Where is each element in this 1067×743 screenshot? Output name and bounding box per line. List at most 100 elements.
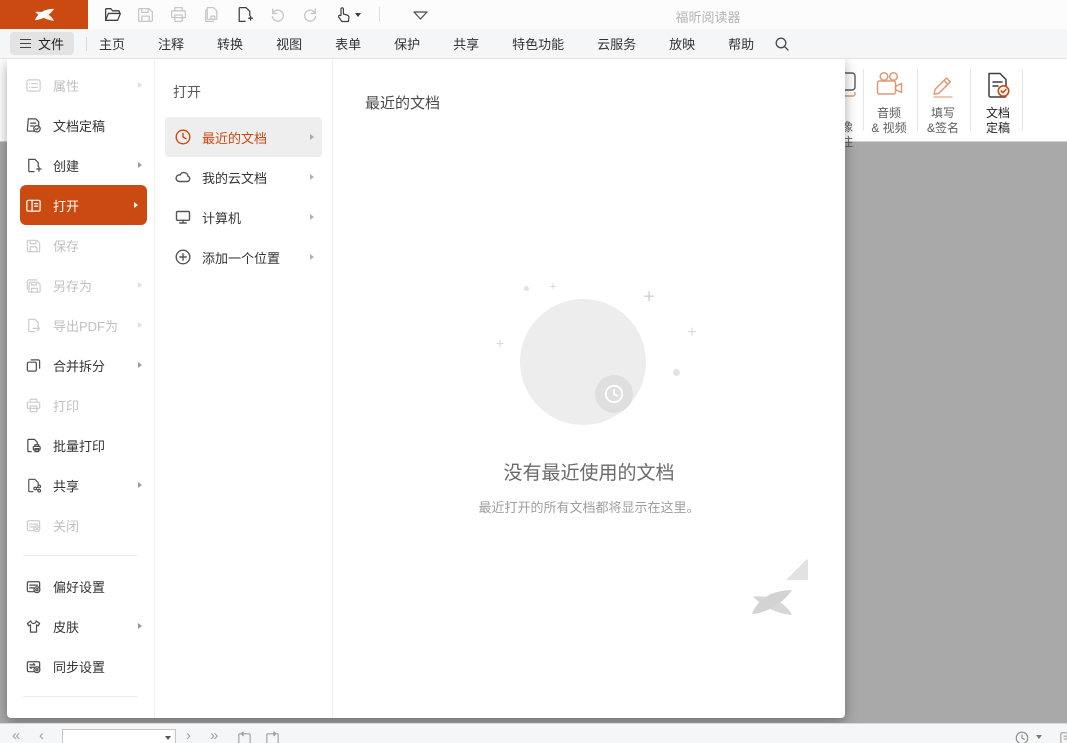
titlebar: 福昕阅读器 — [0, 0, 1067, 29]
decor-dot — [524, 286, 529, 291]
sidebar-item-save-as[interactable]: 另存为 — [7, 265, 154, 305]
save-icon — [25, 237, 42, 254]
tab-help[interactable]: 帮助 — [728, 34, 754, 53]
history-icon[interactable] — [1014, 730, 1030, 743]
tab-comment[interactable]: 注释 — [158, 34, 184, 53]
print-icon — [25, 397, 42, 414]
tab-convert[interactable]: 转换 — [217, 34, 243, 53]
properties-icon — [25, 77, 42, 94]
sidebar-item-properties[interactable]: 属性 — [7, 65, 154, 105]
save-icon[interactable] — [135, 4, 156, 25]
foxit-logo — [0, 0, 88, 29]
open-item-computer[interactable]: 计算机 — [165, 197, 322, 237]
share-icon — [25, 477, 42, 494]
tab-cloud[interactable]: 云服务 — [597, 34, 636, 53]
quick-access-toolbar — [102, 4, 431, 25]
search-icon[interactable] — [774, 36, 790, 52]
tab-share[interactable]: 共享 — [453, 34, 479, 53]
first-page-icon[interactable]: « — [12, 729, 20, 743]
sidebar-item-open[interactable]: 打开 — [20, 185, 147, 225]
file-menu-button[interactable]: 文件 — [10, 32, 74, 55]
open-panel-title: 打开 — [173, 82, 322, 102]
submenu-arrow-icon — [310, 254, 314, 260]
tab-present[interactable]: 放映 — [669, 34, 695, 53]
hand-tool-icon[interactable] — [333, 4, 363, 25]
empty-clock-badge — [595, 375, 633, 413]
redo-icon[interactable] — [300, 4, 321, 25]
sidebar-item-save[interactable]: 保存 — [7, 225, 154, 265]
empty-state-title: 没有最近使用的文档 — [333, 458, 845, 485]
document-finalize-button[interactable]: 文档定稿 — [971, 70, 1025, 136]
app-window: { "window": { "title": "福昕阅读器" }, "color… — [0, 0, 1067, 743]
clock-icon — [174, 128, 192, 146]
sidebar-item-create[interactable]: 创建 — [7, 145, 154, 185]
new-document-icon[interactable] — [234, 4, 255, 25]
recent-panel-title: 最近的文档 — [365, 92, 845, 113]
hand-tool-dropdown-icon[interactable] — [355, 13, 361, 17]
undo-icon[interactable] — [267, 4, 288, 25]
preferences-icon — [25, 578, 42, 595]
empty-document-icon — [736, 558, 808, 652]
sidebar-item-finalize[interactable]: 文档定稿 — [7, 105, 154, 145]
submenu-arrow-icon — [134, 202, 138, 208]
tab-form[interactable]: 表单 — [335, 34, 361, 53]
sidebar-item-skin[interactable]: 皮肤 — [7, 606, 154, 646]
sidebar-separator — [23, 555, 138, 556]
page-number-combobox[interactable] — [62, 729, 176, 743]
sidebar-item-share[interactable]: 共享 — [7, 465, 154, 505]
save-as-icon — [25, 277, 42, 294]
submenu-arrow-icon — [138, 362, 142, 368]
open-item-recent-documents[interactable]: 最近的文档 — [165, 117, 322, 157]
tab-features[interactable]: 特色功能 — [512, 34, 564, 53]
add-place-icon — [174, 248, 192, 266]
submenu-arrow-icon — [138, 482, 142, 488]
ribbon-tabs: 主页 注释 转换 视图 表单 保护 共享 特色功能 云服务 放映 帮助 — [99, 34, 754, 53]
merge-split-icon — [25, 357, 42, 374]
history-dropdown-icon[interactable] — [1036, 735, 1042, 739]
menubar: 文件 主页 注释 转换 视图 表单 保护 共享 特色功能 云服务 放映 帮助 — [0, 29, 1067, 59]
submenu-arrow-icon — [138, 82, 142, 88]
cloud-icon — [174, 168, 192, 186]
submenu-arrow-icon — [138, 322, 142, 328]
open-item-add-place[interactable]: 添加一个位置 — [165, 237, 322, 277]
sidebar-item-sync-settings[interactable]: 同步设置 — [7, 646, 154, 686]
page-combo-dropdown-icon[interactable] — [165, 736, 171, 740]
computer-icon — [174, 208, 192, 226]
previous-page-icon[interactable]: ‹ — [39, 729, 44, 743]
pencil-icon — [928, 70, 958, 100]
print-icon[interactable] — [168, 4, 189, 25]
copy-document-icon[interactable] — [201, 4, 222, 25]
tab-home[interactable]: 主页 — [99, 34, 125, 53]
submenu-arrow-icon — [138, 162, 142, 168]
statusbar: « ‹ › » — [0, 723, 1067, 743]
open-item-cloud-documents[interactable]: 我的云文档 — [165, 157, 322, 197]
window-title: 福昕阅读器 — [675, 7, 740, 26]
document-area: 像 注 音频& 视频 填写&签名 文档定稿 属性 — [0, 59, 1067, 723]
sidebar-item-merge-split[interactable]: 合并拆分 — [7, 345, 154, 385]
open-folder-icon[interactable] — [102, 4, 123, 25]
folded-corner — [786, 558, 808, 580]
decor-plus-icon: + — [643, 288, 654, 307]
open-submenu-panel: 打开 最近的文档 我的云文档 计算机 添加一个位置 — [155, 59, 333, 718]
hamburger-icon — [20, 39, 31, 48]
audio-video-button[interactable]: 音频& 视频 — [862, 70, 916, 136]
fill-sign-button[interactable]: 填写&签名 — [916, 70, 970, 136]
snapshot-forward-icon[interactable] — [264, 730, 281, 743]
file-menu-sidebar: 属性 文档定稿 创建 打开 保存 另存为 — [7, 59, 155, 718]
tab-protect[interactable]: 保护 — [394, 34, 420, 53]
last-page-icon[interactable]: » — [210, 729, 218, 743]
layout-icon[interactable] — [1058, 730, 1067, 743]
file-menu-label: 文件 — [38, 34, 64, 53]
customize-toolbar-icon[interactable] — [410, 4, 431, 25]
sidebar-item-print[interactable]: 打印 — [7, 385, 154, 425]
snapshot-back-icon[interactable] — [236, 730, 253, 743]
tab-view[interactable]: 视图 — [276, 34, 302, 53]
sidebar-item-close[interactable]: 关闭 — [7, 505, 154, 545]
sidebar-item-batch-print[interactable]: 批量打印 — [7, 425, 154, 465]
sidebar-item-preferences[interactable]: 偏好设置 — [7, 566, 154, 606]
sync-settings-icon — [25, 658, 42, 675]
sidebar-item-export-pdf[interactable]: 导出PDF为 — [7, 305, 154, 345]
audio-video-label: 音频& 视频 — [871, 106, 906, 136]
next-page-icon[interactable]: › — [186, 729, 191, 743]
empty-state-subtitle: 最近打开的所有文档都将显示在这里。 — [333, 497, 845, 516]
